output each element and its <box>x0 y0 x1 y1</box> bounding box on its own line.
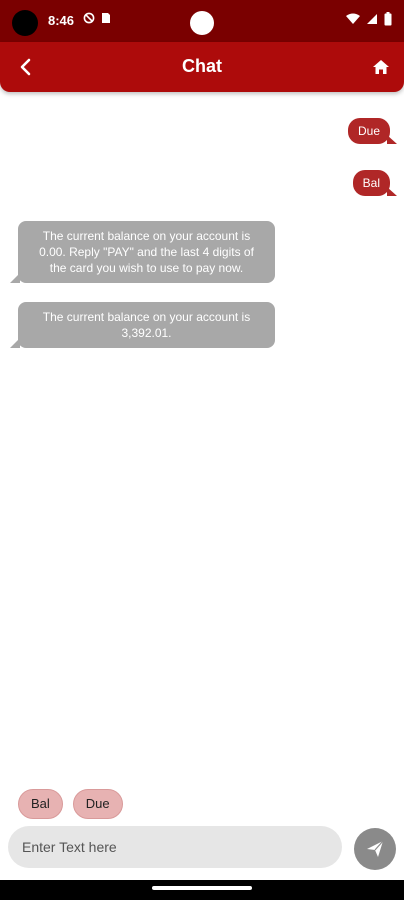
status-left-icons <box>83 12 111 24</box>
battery-icon <box>384 12 392 26</box>
home-icon <box>373 60 389 74</box>
message-line: 3,392.01. <box>121 326 172 340</box>
bot-message: The current balance on your account is 3… <box>10 302 275 348</box>
message-input-container <box>8 826 342 868</box>
quick-reply-due[interactable]: Due <box>72 789 123 819</box>
wifi-icon <box>346 13 360 24</box>
system-nav-bar <box>0 880 404 900</box>
message-line: the card you wish to use to pay now. <box>49 261 244 275</box>
home-gesture-handle[interactable] <box>152 886 252 890</box>
app-bar: Chat <box>0 42 404 92</box>
camera-cutout <box>190 11 214 35</box>
sim-card-icon <box>102 13 110 23</box>
do-not-disturb-icon <box>83 12 95 24</box>
send-icon <box>367 840 384 857</box>
quick-replies: Bal Due <box>18 789 123 819</box>
status-time: 8:46 <box>48 13 75 28</box>
message-line: 0.00. Reply "PAY" and the last 4 digits … <box>39 245 254 259</box>
status-right-icons <box>346 12 392 26</box>
front-camera <box>12 10 38 36</box>
page-title: Chat <box>182 56 222 76</box>
send-button[interactable] <box>354 828 396 870</box>
home-button[interactable] <box>368 54 394 80</box>
user-message: Bal <box>352 170 398 196</box>
message-text: Bal <box>362 176 380 190</box>
message-line: The current balance on your account is <box>42 229 251 243</box>
status-bar: 8:46 <box>0 0 404 42</box>
message-line: The current balance on your account is <box>42 310 251 324</box>
quick-reply-bal[interactable]: Bal <box>18 789 63 819</box>
user-message: Due <box>347 118 398 144</box>
message-list: Due Bal The current balance on your acco… <box>0 92 404 772</box>
bot-message: The current balance on your account is 0… <box>10 221 275 283</box>
message-text: Due <box>357 124 380 138</box>
message-input[interactable] <box>8 826 342 868</box>
signal-icon <box>367 14 377 24</box>
